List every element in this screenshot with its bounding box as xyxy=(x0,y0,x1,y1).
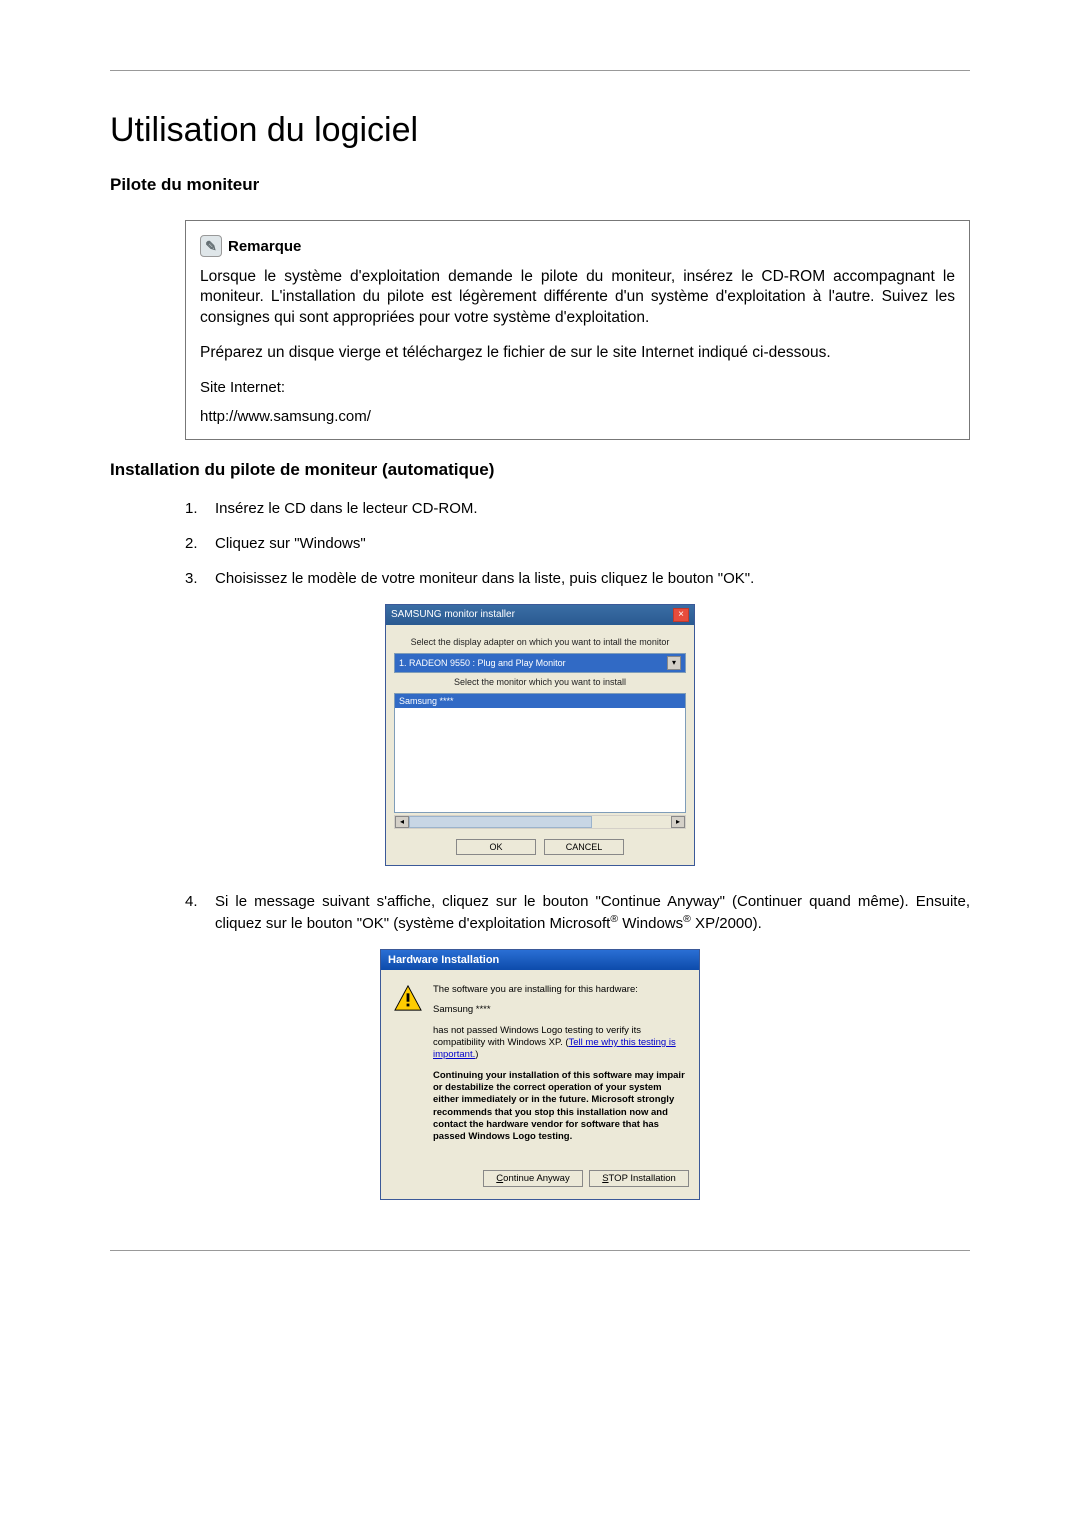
hw-line3-post: ) xyxy=(475,1049,478,1060)
close-icon[interactable]: × xyxy=(673,608,689,622)
installer-title: SAMSUNG monitor installer xyxy=(391,609,515,620)
ok-button[interactable]: OK xyxy=(456,839,536,855)
site-internet-label: Site Internet: xyxy=(200,379,955,396)
site-url: http://www.samsung.com/ xyxy=(200,408,955,425)
note-header: ✎ Remarque xyxy=(200,235,955,257)
install-section-title: Installation du pilote de moniteur (auto… xyxy=(110,460,970,480)
hw-line-2: Samsung **** xyxy=(433,1004,689,1016)
hw-line-1: The software you are installing for this… xyxy=(433,984,689,996)
bottom-divider xyxy=(110,1250,970,1251)
step-text-pre: Si le message suivant s'affiche, cliquez… xyxy=(215,893,970,932)
scroll-right-icon[interactable]: ▸ xyxy=(671,816,685,828)
monitor-list-item[interactable]: Samsung **** xyxy=(395,694,685,708)
horizontal-scrollbar[interactable]: ◂ ▸ xyxy=(394,815,686,829)
hw-btn-rest: ontinue Anyway xyxy=(503,1173,570,1184)
list-number: 2. xyxy=(185,533,215,554)
note-icon: ✎ xyxy=(200,235,222,257)
list-item: 4. Si le message suivant s'affiche, cliq… xyxy=(185,891,970,934)
step-text: Cliquez sur "Windows" xyxy=(215,533,970,554)
continue-anyway-button[interactable]: Continue Anyway xyxy=(483,1170,583,1187)
installer-body: Select the display adapter on which you … xyxy=(386,625,694,865)
scroll-thumb[interactable] xyxy=(409,816,592,828)
note-paragraph-1: Lorsque le système d'exploitation demand… xyxy=(200,267,955,328)
top-divider xyxy=(110,70,970,71)
hw-body: The software you are installing for this… xyxy=(381,970,699,1164)
registered-mark: ® xyxy=(683,913,691,925)
list-number: 1. xyxy=(185,498,215,519)
list-number: 4. xyxy=(185,891,215,934)
note-paragraph-2: Préparez un disque vierge et téléchargez… xyxy=(200,343,955,363)
registered-mark: ® xyxy=(610,913,618,925)
hardware-installation-dialog: Hardware Installation The software you a… xyxy=(380,949,700,1200)
list-item: 2. Cliquez sur "Windows" xyxy=(185,533,970,554)
note-box: ✎ Remarque Lorsque le système d'exploita… xyxy=(185,220,970,440)
step-text: Si le message suivant s'affiche, cliquez… xyxy=(215,891,970,934)
list-item: 1. Insérez le CD dans le lecteur CD-ROM. xyxy=(185,498,970,519)
warning-icon xyxy=(393,984,423,1012)
note-label: Remarque xyxy=(228,238,301,255)
page-title: Utilisation du logiciel xyxy=(110,111,970,150)
monitor-list[interactable]: Samsung **** xyxy=(394,693,686,813)
install-steps-list-continued: 4. Si le message suivant s'affiche, cliq… xyxy=(185,891,970,934)
hw-text-block: The software you are installing for this… xyxy=(433,984,689,1152)
chevron-down-icon[interactable]: ▾ xyxy=(667,656,681,670)
step-text: Choisissez le modèle de votre moniteur d… xyxy=(215,568,970,589)
display-adapter-select[interactable]: 1. RADEON 9550 : Plug and Play Monitor ▾ xyxy=(394,653,686,673)
stop-installation-button[interactable]: STOP Installation xyxy=(589,1170,689,1187)
hw-btn-rest: TOP Installation xyxy=(609,1173,676,1184)
hw-titlebar: Hardware Installation xyxy=(381,950,699,970)
install-steps-list: 1. Insérez le CD dans le lecteur CD-ROM.… xyxy=(185,498,970,589)
hw-warning-bold: Continuing your installation of this sof… xyxy=(433,1070,689,1144)
step-text-post: XP/2000). xyxy=(691,915,762,932)
select-value: 1. RADEON 9550 : Plug and Play Monitor xyxy=(399,658,566,668)
installer-label-1: Select the display adapter on which you … xyxy=(394,637,686,647)
list-item: 3. Choisissez le modèle de votre moniteu… xyxy=(185,568,970,589)
installer-label-2: Select the monitor which you want to ins… xyxy=(394,677,686,687)
step-text: Insérez le CD dans le lecteur CD-ROM. xyxy=(215,498,970,519)
step-text-mid: Windows xyxy=(618,915,683,932)
hw-line-3: has not passed Windows Logo testing to v… xyxy=(433,1025,689,1062)
installer-buttons: OK CANCEL xyxy=(394,839,686,855)
scroll-left-icon[interactable]: ◂ xyxy=(395,816,409,828)
list-number: 3. xyxy=(185,568,215,589)
scroll-track[interactable] xyxy=(409,816,671,828)
installer-titlebar: SAMSUNG monitor installer × xyxy=(386,605,694,625)
samsung-installer-dialog: SAMSUNG monitor installer × Select the d… xyxy=(385,604,695,866)
section-title: Pilote du moniteur xyxy=(110,175,970,195)
cancel-button[interactable]: CANCEL xyxy=(544,839,624,855)
hw-buttons: Continue Anyway STOP Installation xyxy=(381,1164,699,1199)
